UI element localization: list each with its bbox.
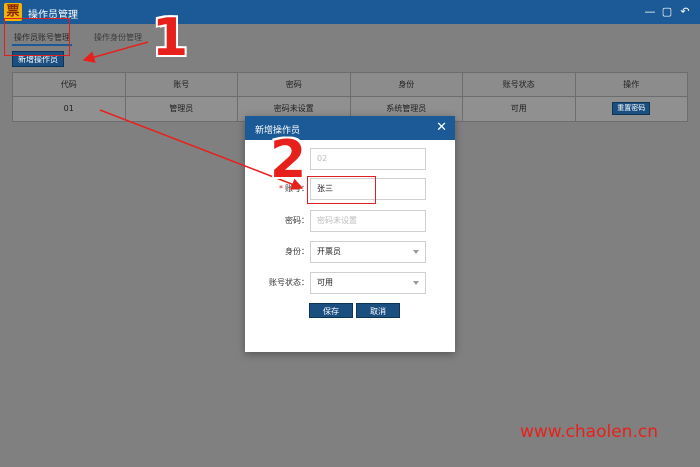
status-label: 账号状态： (269, 278, 309, 287)
cancel-button[interactable]: 取消 (356, 303, 400, 318)
close-icon[interactable]: ✕ (436, 120, 447, 136)
annotation-step2: 2 (270, 130, 307, 190)
status-select[interactable]: 可用 (310, 272, 426, 294)
header-password: 密码 (238, 73, 351, 96)
chevron-down-icon (413, 250, 419, 254)
restore-icon[interactable]: ↶ (677, 4, 693, 20)
header-status: 账号状态 (463, 73, 576, 96)
operator-table: 代码 账号 密码 身份 账号状态 操作 01 管理员 密码未设置 系统管理员 可… (12, 72, 688, 122)
annotation-step1: 1 (152, 8, 189, 68)
role-select[interactable]: 开票员 (310, 241, 426, 263)
table-header: 代码 账号 密码 身份 账号状态 操作 (13, 73, 687, 97)
header-action: 操作 (623, 80, 640, 89)
reset-password-button[interactable]: 重置密码 (612, 102, 651, 115)
header-role: 身份 (351, 73, 463, 96)
status-value: 可用 (317, 278, 333, 287)
cell-status: 可用 (463, 97, 576, 121)
password-label: 密码： (285, 216, 309, 225)
field-row-role: 身份： 开票员 (245, 241, 455, 263)
code-field[interactable]: 02 (310, 148, 426, 170)
chevron-down-icon (413, 281, 419, 285)
cell-account: 管理员 (126, 97, 238, 121)
field-row-status: 账号状态： 可用 (245, 272, 455, 294)
highlight-box-step2 (307, 176, 376, 204)
tab-operator-roles[interactable]: 操作身份管理 (94, 32, 142, 43)
minimize-icon[interactable]: — (642, 4, 658, 20)
header-code: 代码 (13, 73, 126, 96)
field-row-password: 密码： 密码未设置 (245, 210, 455, 232)
save-button[interactable]: 保存 (309, 303, 353, 318)
password-field[interactable]: 密码未设置 (310, 210, 426, 232)
maximize-icon[interactable]: ▢ (659, 4, 675, 20)
cell-action: 重置密码 (576, 97, 688, 121)
watermark: www.chaolen.cn (520, 422, 658, 442)
role-label: 身份： (285, 247, 309, 256)
header-account: 账号 (126, 73, 238, 96)
highlight-box-step1 (4, 18, 70, 56)
title-bar: 票 操作员管理 — ▢ ↶ (0, 0, 700, 24)
role-value: 开票员 (317, 247, 341, 256)
cell-code: 01 (13, 97, 126, 121)
